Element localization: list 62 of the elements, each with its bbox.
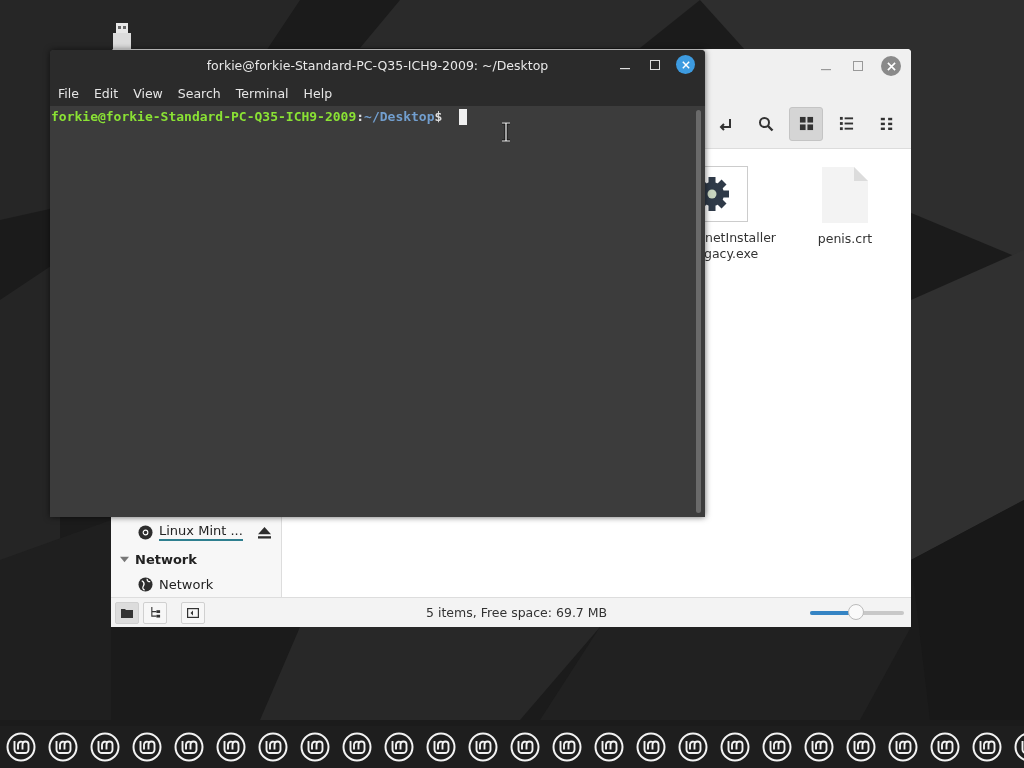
menu-launcher-icon[interactable]: [804, 732, 834, 762]
tree-icon: [149, 607, 161, 618]
menu-launcher-icon[interactable]: [132, 732, 162, 762]
menu-launcher-icon[interactable]: [426, 732, 456, 762]
places-button[interactable]: [115, 601, 139, 624]
menu-item[interactable]: Search: [171, 85, 227, 101]
globe-icon: [138, 577, 153, 592]
grid-icon: [798, 116, 814, 131]
menu-item[interactable]: View: [127, 85, 169, 101]
expander-icon[interactable]: [120, 554, 129, 564]
menu-launcher-icon[interactable]: [972, 732, 1002, 762]
file-name: gacy.exe: [704, 246, 759, 262]
eject-icon[interactable]: [256, 525, 272, 539]
file-name: netInstaller: [705, 230, 776, 246]
gear-file-icon[interactable]: [705, 166, 748, 222]
zoom-slider[interactable]: [810, 603, 904, 622]
menu-launcher-icon[interactable]: [762, 732, 792, 762]
menu-launcher-icon[interactable]: [48, 732, 78, 762]
menu-launcher-icon[interactable]: [342, 732, 372, 762]
menu-launcher-icon[interactable]: [720, 732, 750, 762]
menu-item[interactable]: File: [52, 85, 85, 101]
close-button[interactable]: [676, 55, 695, 74]
scrollbar[interactable]: [696, 110, 701, 513]
sidebar-section-header: Network: [135, 551, 197, 567]
menu-launcher-icon[interactable]: [90, 732, 120, 762]
sidebar-item[interactable]: Network: [159, 577, 214, 592]
menu-launcher-icon[interactable]: [594, 732, 624, 762]
menu-launcher-icon[interactable]: [216, 732, 246, 762]
menu-launcher-icon[interactable]: [636, 732, 666, 762]
compact-list-icon: [879, 117, 893, 130]
menu-launcher-icon[interactable]: [174, 732, 204, 762]
list-icon: [838, 116, 854, 131]
sidebar-toggle-icon: [187, 607, 199, 618]
menu-launcher-icon[interactable]: [552, 732, 582, 762]
window-title: forkie@forkie-Standard-PC-Q35-ICH9-2009: ~/Desktop: [205, 57, 550, 73]
search-icon: [758, 115, 774, 132]
status-text: 5 items, Free space: 69.7 MB: [426, 605, 608, 620]
sidebar-toggle-button[interactable]: [181, 601, 205, 624]
text-select-pointer-icon: [501, 122, 511, 142]
menu-launcher-icon[interactable]: [468, 732, 498, 762]
terminal-prompt: forkie@forkie-Standard-PC-Q35-ICH9-2009:~/Desktop$: [51, 108, 443, 126]
menu-launcher-icon[interactable]: [6, 732, 36, 762]
sidebar-item[interactable]: Linux Mint ...: [159, 523, 243, 538]
menu-launcher-icon[interactable]: [300, 732, 330, 762]
menu-launcher-icon[interactable]: [678, 732, 708, 762]
file-name: penis.crt: [817, 231, 873, 247]
close-icon: [681, 60, 690, 69]
menu-launcher-icon[interactable]: [258, 732, 288, 762]
menu-item[interactable]: Help: [297, 85, 339, 101]
menu-launcher-icon[interactable]: [510, 732, 540, 762]
menu-item[interactable]: Terminal: [229, 85, 295, 101]
menu-launcher-icon[interactable]: [846, 732, 876, 762]
folder-icon: [121, 607, 133, 618]
menu-launcher-icon[interactable]: [888, 732, 918, 762]
text-cursor: [459, 109, 467, 125]
menu-launcher-icon[interactable]: [384, 732, 414, 762]
icon-view-button[interactable]: [789, 106, 823, 141]
menu-item[interactable]: Edit: [87, 85, 125, 101]
disc-icon: [138, 524, 153, 540]
close-icon: [886, 61, 896, 71]
menu-launcher-icon[interactable]: [930, 732, 960, 762]
tree-button[interactable]: [143, 601, 167, 624]
